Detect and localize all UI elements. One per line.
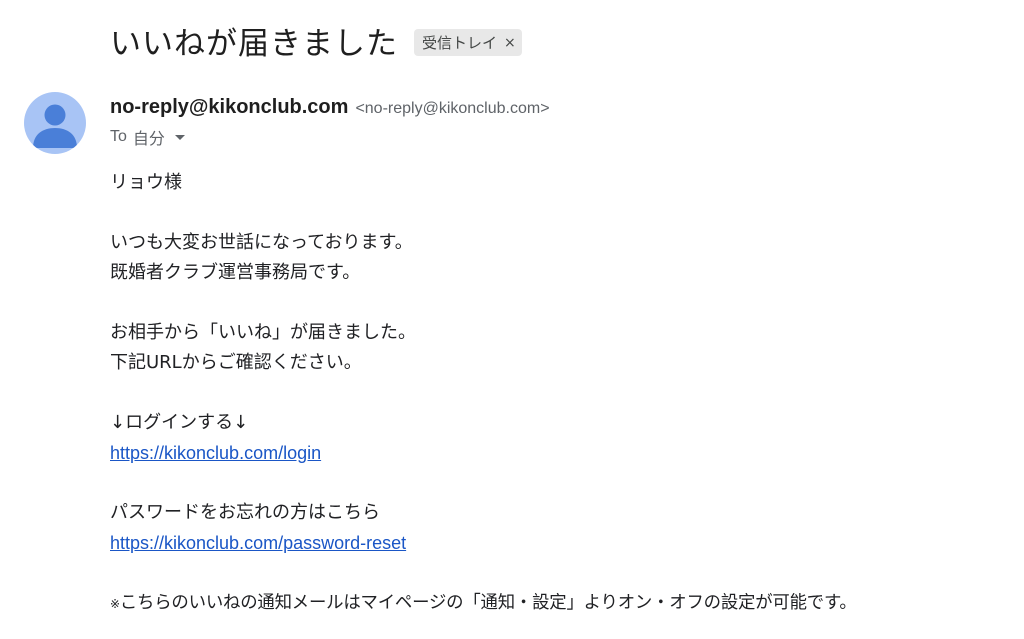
greeting-paragraph: リョウ様	[110, 168, 1010, 198]
recipient-line: To 自分	[110, 125, 550, 149]
footer-paragraph: ※こちらのいいねの通知メールはマイページの「通知・設定」よりオン・オフの設定が可…	[110, 588, 1010, 619]
password-heading: パスワードをお忘れの方はこちら	[110, 502, 380, 523]
password-paragraph: パスワードをお忘れの方はこちら https://kikonclub.com/pa…	[110, 498, 1010, 558]
intro-line-2: 既婚者クラブ運営事務局です。	[110, 262, 361, 283]
recipient-name: 自分	[132, 129, 165, 148]
greeting: リョウ様	[110, 172, 182, 193]
login-link[interactable]: https://kikonclub.com/login	[110, 438, 1010, 468]
footer-notice: こちらのいいねの通知メールはマイページの「通知・設定」よりオン・オフの設定が可能…	[119, 593, 857, 613]
sender-line: no-reply@kikonclub.com <no-reply@kikoncl…	[110, 96, 550, 119]
notice-line-2: 下記URLからご確認ください。	[110, 352, 362, 373]
inbox-label-text: 受信トレイ	[422, 34, 498, 52]
password-reset-link[interactable]: https://kikonclub.com/password-reset	[110, 528, 1010, 558]
inbox-label-chip[interactable]: 受信トレイ ×	[414, 29, 522, 56]
sender-name[interactable]: no-reply@kikonclub.com	[110, 96, 348, 119]
note-mark: ※	[110, 597, 120, 611]
sender-info: no-reply@kikonclub.com <no-reply@kikoncl…	[110, 96, 550, 149]
email-header: いいねが届きました 受信トレイ ×	[110, 18, 522, 63]
intro-line-1: いつも大変お世話になっております。	[110, 232, 413, 253]
sender-email: <no-reply@kikonclub.com>	[355, 100, 550, 117]
intro-paragraph: いつも大変お世話になっております。 既婚者クラブ運営事務局です。	[110, 228, 1010, 288]
person-icon	[33, 104, 77, 148]
sender-avatar[interactable]	[24, 92, 86, 154]
login-paragraph: ↓ログインする↓ https://kikonclub.com/login	[110, 408, 1010, 468]
login-heading: ↓ログインする↓	[110, 412, 249, 433]
close-icon[interactable]: ×	[504, 36, 516, 50]
notice-line-1: お相手から「いいね」が届きました。	[110, 322, 416, 343]
notice-paragraph: お相手から「いいね」が届きました。 下記URLからご確認ください。	[110, 318, 1010, 378]
email-body: リョウ様 いつも大変お世話になっております。 既婚者クラブ運営事務局です。 お相…	[110, 168, 1010, 639]
caret-down-icon[interactable]	[174, 134, 185, 140]
email-subject: いいねが届きました	[110, 26, 398, 62]
recipient-prefix: To	[110, 128, 127, 145]
